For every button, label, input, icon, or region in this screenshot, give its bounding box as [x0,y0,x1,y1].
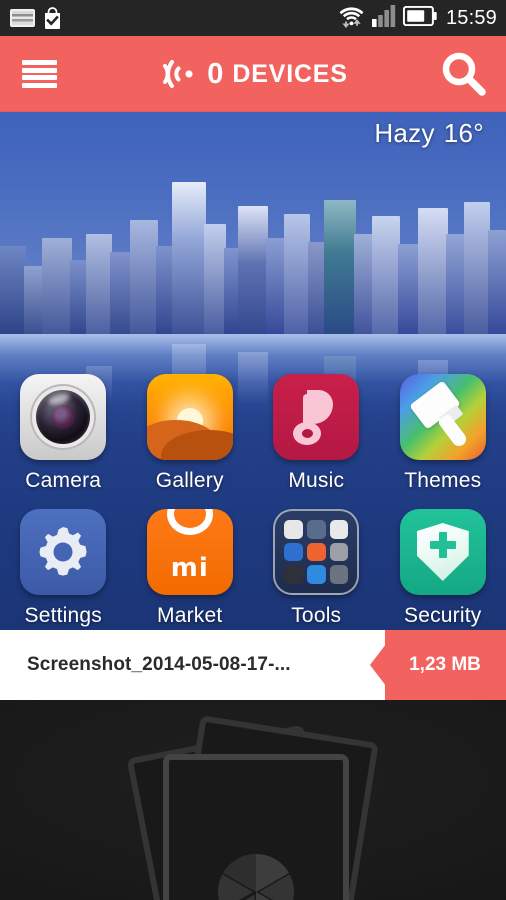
mi-shopping-bag-icon: mi [146,509,233,595]
app-label: Security [404,604,482,627]
camera-lens-icon [20,374,107,460]
device-count: 0 [207,57,224,90]
devices-label: DEVICES [232,59,348,88]
city-skyline [0,178,506,334]
app-music[interactable]: Music [262,374,370,493]
screenshot-icon [10,9,35,27]
app-label: Camera [25,469,102,492]
search-icon[interactable] [438,48,490,100]
status-bar-left-icons [10,7,63,29]
app-row-2: Settings mi Market Tools Security [0,509,506,628]
file-size-panel: 1,23 MB [370,630,506,700]
app-label: Tools [291,604,342,627]
status-bar-clock: 15:59 [445,6,497,29]
photo-stack-aperture-icon [123,715,383,900]
sunset-photo-icon [146,374,233,460]
app-settings[interactable]: Settings [9,509,117,628]
app-security[interactable]: Security [389,509,497,628]
status-bar-right-icons: 15:59 [338,4,497,33]
app-market[interactable]: mi Market [136,509,244,628]
battery-icon [402,5,437,31]
shield-plus-icon [399,509,486,595]
app-label: Music [288,469,345,492]
app-label: Market [157,604,223,627]
app-camera[interactable]: Camera [9,374,117,493]
hamburger-menu-icon[interactable] [22,60,57,88]
gear-icon [20,509,107,595]
app-bar: 0 DEVICES [0,36,506,112]
photo-frame-front [163,754,349,900]
app-tools-folder[interactable]: Tools [262,509,370,628]
app-label: Gallery [155,469,224,492]
aperture-icon [218,853,294,900]
tools-folder-icon [273,509,360,595]
cellular-signal-icon [371,4,396,32]
app-gallery[interactable]: Gallery [136,374,244,493]
empty-gallery-panel [0,700,506,900]
app-label: Themes [404,469,482,492]
app-grid: Camera Gallery Music Themes Settings mi … [0,374,506,630]
app-themes[interactable]: Themes [389,374,497,493]
weather-widget[interactable]: Hazy 16° [374,118,484,149]
app-bar-title: 0 DEVICES [0,58,506,90]
broadcast-signal-icon [158,58,198,90]
weather-temperature: 16° [443,118,484,148]
status-bar: 15:59 [0,0,506,36]
paint-brush-icon [399,374,486,460]
home-screen-wallpaper: Hazy 16° Camera Gallery Music Themes Set… [0,112,506,630]
file-name: Screenshot_2014-05-08-17-... [27,654,291,675]
phone-screen: 15:59 0 DEVICES Hazy 16° Camera Gallery … [0,0,506,900]
app-label: Settings [24,604,102,627]
file-transfer-card[interactable]: Screenshot_2014-05-08-17-... 1,23 MB [0,630,506,700]
weather-condition: Hazy [374,118,435,148]
app-row-1: Camera Gallery Music Themes [0,374,506,493]
file-size: 1,23 MB [409,654,481,675]
wifi-icon [338,4,365,33]
music-note-icon [273,374,360,460]
play-store-download-complete-icon [42,7,63,29]
